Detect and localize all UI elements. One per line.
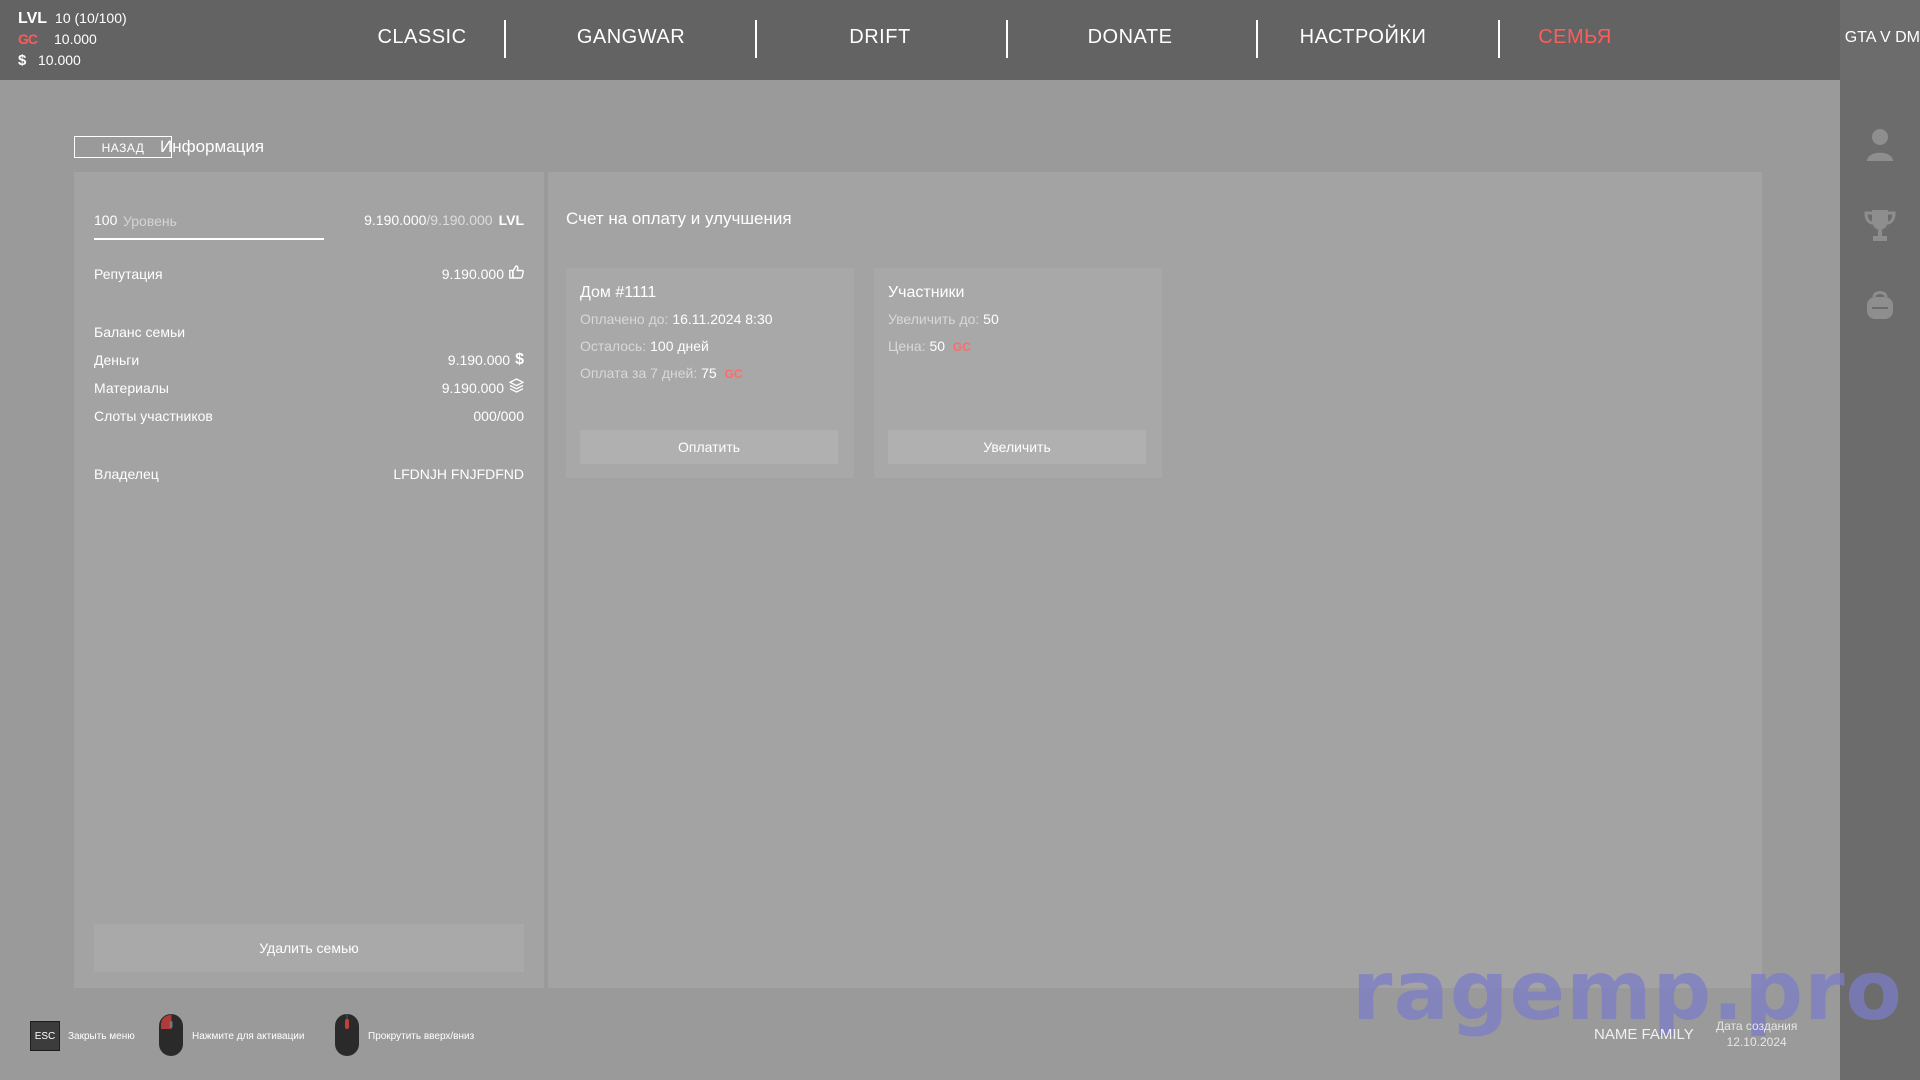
- paid-until-row: Оплачено до: 16.11.2024 8:30: [580, 309, 773, 329]
- tab-gangwar[interactable]: GANGWAR: [531, 0, 731, 80]
- mouse-left-click-icon: [158, 1013, 184, 1060]
- close-menu-hint: Закрыть меню: [68, 1030, 135, 1042]
- money-row: Деньги 9.190.000 $: [94, 350, 524, 370]
- family-info-panel: 100 Уровень 9.190.000/9.190.000 LVL Репут…: [74, 172, 544, 988]
- scroll-hint-label: Прокрутить вверх/вниз: [368, 1030, 475, 1042]
- nav-divider: [1006, 20, 1008, 58]
- player-stats: LVL 10 (10/100) GC 10.000 $ 10.000: [18, 8, 127, 71]
- top-bar: LVL 10 (10/100) GC 10.000 $ 10.000 CLASS…: [0, 0, 1840, 80]
- creation-date-value: 12.10.2024: [1726, 1035, 1787, 1049]
- xp-max: /9.190.000: [426, 212, 493, 228]
- backpack-icon[interactable]: [1840, 280, 1920, 330]
- thumbs-up-icon: [509, 264, 524, 284]
- page-title: Информация: [160, 137, 265, 156]
- increase-to-row: Увеличить до: 50: [888, 309, 999, 329]
- days-left-value: 100 дней: [650, 338, 709, 354]
- balance-heading-row: Баланс семьи: [94, 322, 524, 342]
- increase-to-value: 50: [983, 311, 999, 327]
- esc-key-icon: ESC: [30, 1021, 60, 1051]
- creation-date-label: Дата создания: [1716, 1019, 1798, 1033]
- money-value: 9.190.000: [447, 352, 511, 368]
- tab-donate[interactable]: DONATE: [1030, 0, 1230, 80]
- increase-to-label: Увеличить до:: [888, 311, 980, 327]
- weekly-payment-row: Оплата за 7 дней: 75 GC: [580, 363, 743, 384]
- activate-hint: Нажмите для активации: [192, 1030, 305, 1042]
- weekly-payment-label: Оплата за 7 дней:: [580, 365, 698, 381]
- brand-logo: GTA V DM: [1840, 0, 1920, 80]
- price-label: Цена:: [888, 338, 926, 354]
- slots-value: 000/000: [473, 408, 524, 424]
- pay-button[interactable]: Оплатить: [580, 430, 838, 464]
- slots-label: Слоты участников: [94, 408, 213, 424]
- user-icon[interactable]: [1840, 120, 1920, 170]
- lvl-value: 10 (10/100): [55, 10, 127, 26]
- tab-classic[interactable]: CLASSIC: [322, 0, 522, 80]
- lvl-label: LVL: [18, 10, 48, 27]
- right-sidebar: [1840, 80, 1920, 1080]
- days-left-row: Осталось: 100 дней: [580, 336, 709, 356]
- dollar-icon: $: [515, 351, 524, 368]
- owner-row: Владелец LFDNJH FNJFDFND: [94, 464, 524, 484]
- scroll-hint: Прокрутить вверх/вниз: [334, 1013, 475, 1056]
- nav-divider: [1256, 20, 1258, 58]
- slots-row: Слоты участников 000/000: [94, 406, 524, 426]
- price-value: 50: [929, 338, 946, 354]
- layers-icon: [508, 378, 525, 398]
- gc-balance: 10.000: [54, 31, 97, 47]
- price-row: Цена: 50 GC: [888, 336, 971, 357]
- xp-current: 9.190.000: [364, 212, 427, 228]
- materials-row: Материалы 9.190.000: [94, 378, 525, 398]
- days-left-label: Осталось:: [580, 338, 647, 354]
- family-name: NAME FAMILY: [1594, 1026, 1694, 1043]
- gc-currency-icon: GC: [18, 31, 38, 47]
- mouse-scroll-icon: [334, 1013, 360, 1060]
- paid-until-label: Оплачено до:: [580, 311, 669, 327]
- members-title: Участники: [888, 284, 965, 301]
- billing-panel: Счет на оплату и улучшения Дом #1111 Опл…: [548, 172, 1762, 988]
- level-progress-bar: [94, 238, 324, 240]
- delete-family-button[interactable]: Удалить семью: [94, 924, 524, 972]
- level-row: 100 Уровень 9.190.000/9.190.000 LVL: [94, 212, 524, 242]
- xp-value: 9.190.000/9.190.000 LVL: [364, 212, 524, 228]
- increase-button[interactable]: Увеличить: [888, 430, 1146, 464]
- back-button[interactable]: НАЗАД: [74, 136, 172, 158]
- money-balance: 10.000: [38, 52, 81, 68]
- house-card: Дом #1111 Оплачено до: 16.11.2024 8:30 О…: [566, 268, 854, 478]
- house-title: Дом #1111: [580, 284, 657, 301]
- creation-date: Дата создания 12.10.2024: [1716, 1018, 1797, 1050]
- watermark: ragemp.pro: [1352, 944, 1903, 1039]
- esc-hint: ESC Закрыть меню: [30, 1016, 135, 1056]
- level-label: Уровень: [123, 213, 177, 229]
- tab-drift[interactable]: DRIFT: [780, 0, 980, 80]
- reputation-value: 9.190.000: [441, 266, 504, 282]
- dollar-icon: $: [18, 52, 27, 69]
- paid-until-value: 16.11.2024 8:30: [672, 311, 773, 327]
- owner-label: Владелец: [94, 466, 159, 482]
- level-number: 100: [94, 212, 118, 228]
- weekly-payment-value: 75: [701, 365, 717, 381]
- nav-divider: [755, 20, 757, 58]
- money-label: Деньги: [94, 352, 140, 368]
- members-card: Участники Увеличить до: 50 Цена: 50 GC У…: [874, 268, 1162, 478]
- nav-divider: [504, 20, 506, 58]
- materials-label: Материалы: [94, 380, 169, 396]
- reputation-row: Репутация 9.190.000: [94, 264, 524, 284]
- gc-currency-icon: GC: [724, 367, 743, 381]
- materials-value: 9.190.000: [441, 380, 504, 396]
- tab-family[interactable]: СЕМЬЯ: [1475, 0, 1675, 80]
- family-balance-label: Баланс семьи: [94, 324, 186, 340]
- trophy-icon[interactable]: [1840, 200, 1920, 250]
- owner-value: LFDNJH FNJFDFND: [393, 466, 524, 482]
- billing-title: Счет на оплату и улучшения: [566, 209, 792, 228]
- click-hint: Нажмите для активации: [158, 1013, 305, 1056]
- tab-settings[interactable]: НАСТРОЙКИ: [1263, 0, 1463, 80]
- xp-unit: LVL: [498, 212, 524, 228]
- gc-currency-icon: GC: [952, 340, 971, 354]
- reputation-label: Репутация: [94, 266, 163, 282]
